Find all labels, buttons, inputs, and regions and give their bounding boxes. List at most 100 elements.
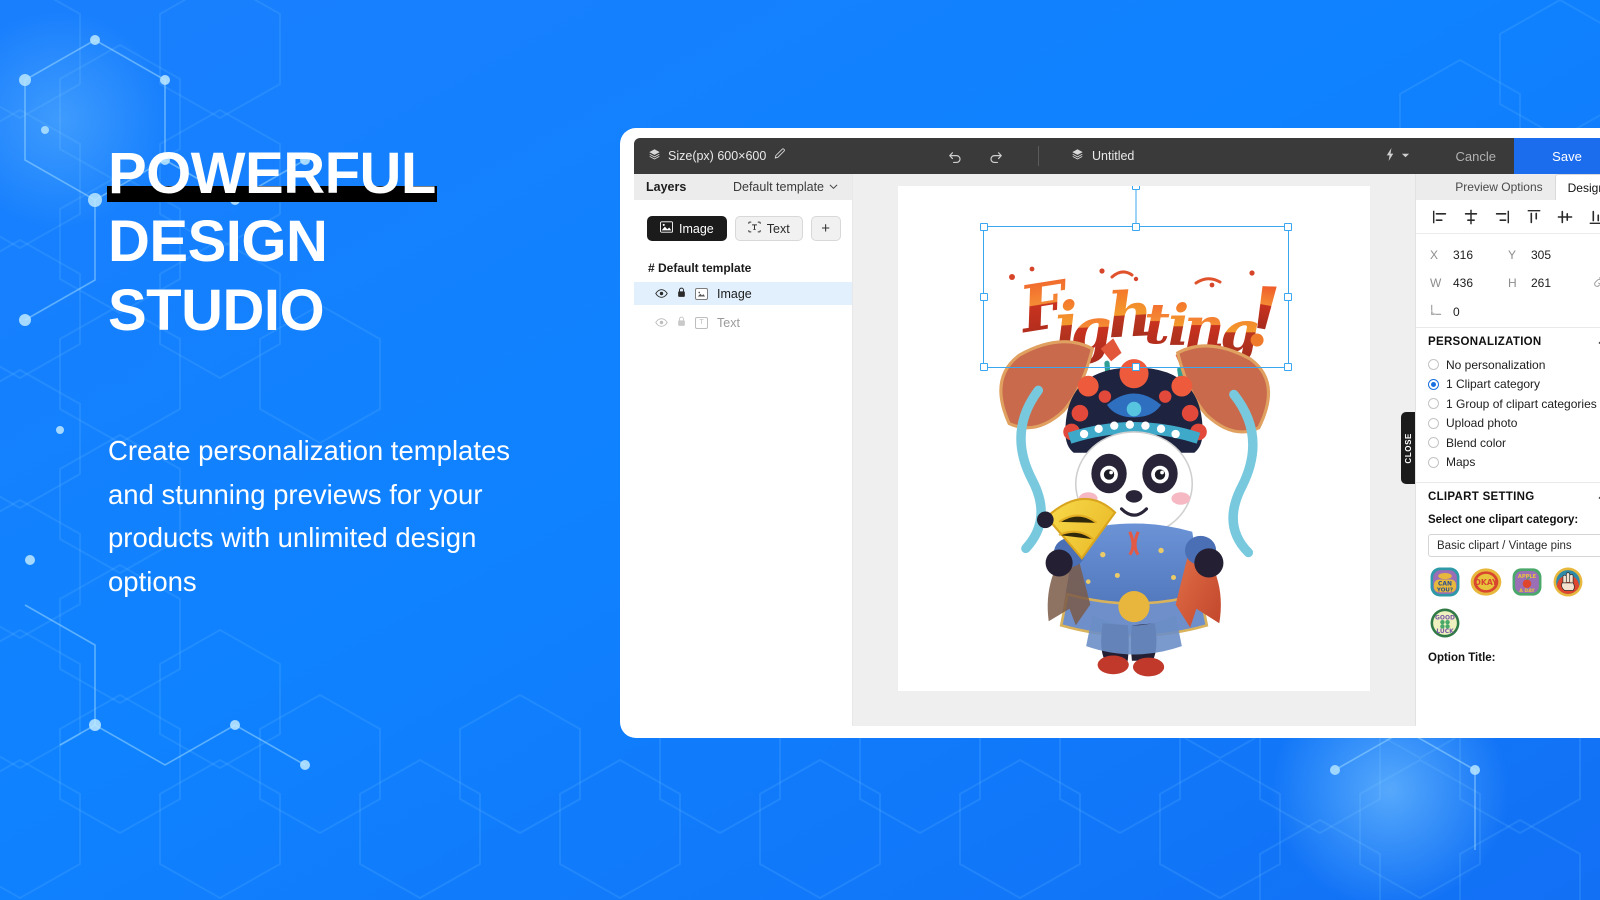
rotation-value[interactable]: 0 <box>1453 305 1460 319</box>
image-icon <box>695 287 708 300</box>
chevron-down-icon <box>1401 149 1410 163</box>
lock-icon[interactable] <box>677 287 686 301</box>
x-value[interactable]: 316 <box>1453 248 1473 262</box>
svg-text:CAN: CAN <box>1438 580 1452 587</box>
layer-item-label: Image <box>717 286 752 301</box>
layer-item-label: Text <box>717 315 740 330</box>
radio-indicator <box>1428 398 1439 410</box>
okay-pin[interactable]: OKAY <box>1469 565 1503 599</box>
h-label: H <box>1508 276 1517 290</box>
svg-text:LUCK: LUCK <box>1436 628 1454 635</box>
align-middle-vertical-icon[interactable] <box>1556 208 1574 226</box>
resize-handle-top-left[interactable] <box>980 223 988 231</box>
design-canvas[interactable]: F i g h t i n g <box>898 186 1370 691</box>
w-value[interactable]: 436 <box>1453 276 1473 290</box>
radio-indicator <box>1428 437 1439 449</box>
y-field: Y 305 <box>1508 248 1586 262</box>
design-panel: Preview Options Design X 316 Y <box>1415 174 1600 726</box>
radio-indicator <box>1428 456 1439 468</box>
resize-handle-bottom-center[interactable] <box>1132 363 1140 371</box>
headline-line-3: STUDIO <box>108 277 325 343</box>
layers-panel: Layers Default template Image Text + # D… <box>634 174 853 726</box>
lock-icon[interactable] <box>677 316 686 330</box>
alignment-toolbar <box>1416 200 1600 234</box>
rotation-stem <box>1135 186 1137 227</box>
panda-opera-character <box>999 338 1271 677</box>
radio-blend-color[interactable]: Blend color <box>1428 433 1600 453</box>
geometry-fields: X 316 Y 305 W 436 H 261 0 <box>1416 234 1600 327</box>
align-center-horizontal-icon[interactable] <box>1462 208 1480 226</box>
align-right-icon[interactable] <box>1493 208 1511 226</box>
radio-upload-photo[interactable]: Upload photo <box>1428 414 1600 434</box>
radio-label: Maps <box>1446 455 1476 470</box>
tab-preview-options[interactable]: Preview Options <box>1443 174 1554 200</box>
clipart-category-label: Select one clipart category: <box>1428 514 1579 526</box>
layer-item-text[interactable]: T Text <box>634 311 852 334</box>
hand-pin[interactable] <box>1551 565 1585 599</box>
can-you-pin[interactable]: CAN YOU? <box>1428 565 1462 599</box>
layers-stack-icon <box>1071 148 1084 164</box>
align-bottom-icon[interactable] <box>1587 208 1600 226</box>
add-image-button[interactable]: Image <box>647 216 727 241</box>
clipart-setting-title: CLIPART SETTING <box>1428 491 1535 503</box>
layer-type-toggle: Image Text + <box>634 200 852 241</box>
resize-handle-top-right[interactable] <box>1284 223 1292 231</box>
save-button[interactable]: Save <box>1514 138 1600 174</box>
tab-design[interactable]: Design <box>1554 174 1600 200</box>
document-title-group[interactable]: Untitled <box>1071 148 1134 164</box>
promo-description: Create personalization templates and stu… <box>108 435 511 597</box>
y-value[interactable]: 305 <box>1531 248 1551 262</box>
add-layer-button[interactable]: + <box>810 216 841 241</box>
flash-menu[interactable] <box>1385 148 1410 164</box>
eye-icon[interactable] <box>655 316 668 330</box>
cancel-button[interactable]: Cancle <box>1438 138 1514 174</box>
align-left-icon[interactable] <box>1431 208 1449 226</box>
canvas-area[interactable]: F i g h t i n g CLOSE <box>853 174 1415 726</box>
align-top-icon[interactable] <box>1525 208 1543 226</box>
radio-group-of-clipart-categories[interactable]: 1 Group of clipart categories <box>1428 394 1600 414</box>
link-chain-icon[interactable] <box>1593 275 1600 291</box>
rotate-handle[interactable] <box>1132 186 1140 190</box>
clipart-category-select[interactable]: Basic clipart / Vintage pins <box>1428 534 1600 557</box>
personalization-section-header[interactable]: PERSONALIZATION <box>1416 327 1600 355</box>
redo-arrow-icon[interactable] <box>986 146 1006 166</box>
svg-text:A DAY: A DAY <box>1519 588 1535 594</box>
rotation-field: 0 <box>1430 304 1508 319</box>
document-title: Untitled <box>1092 149 1135 163</box>
apple-a-day-pin[interactable]: APPLE A DAY <box>1510 565 1544 599</box>
clipart-setting-section-header[interactable]: CLIPART SETTING <box>1416 482 1600 510</box>
undo-arrow-icon[interactable] <box>944 146 964 166</box>
resize-handle-top-center[interactable] <box>1132 223 1140 231</box>
template-selector[interactable]: Default template <box>733 180 838 194</box>
clipart-thumbnail-grid: CAN YOU? OKAY APPLE A DAY GOOD LUCK <box>1416 557 1600 640</box>
toolbar-divider <box>1038 146 1039 166</box>
text-box-icon: T <box>695 316 708 329</box>
radio-1-clipart-category[interactable]: 1 Clipart category <box>1428 375 1600 395</box>
h-value[interactable]: 261 <box>1531 276 1551 290</box>
resize-handle-middle-left[interactable] <box>980 293 988 301</box>
h-field: H 261 <box>1508 276 1586 290</box>
resize-handle-bottom-left[interactable] <box>980 363 988 371</box>
close-panel-label: CLOSE <box>1403 432 1413 464</box>
radio-maps[interactable]: Maps <box>1428 453 1600 473</box>
text-box-icon <box>748 221 761 236</box>
eye-icon[interactable] <box>655 287 668 301</box>
promo-block: POWERFUL DESIGN STUDIO Create personaliz… <box>107 140 578 603</box>
close-panel-tab[interactable]: CLOSE <box>1401 412 1415 484</box>
x-field: X 316 <box>1430 248 1508 262</box>
svg-text:YOU?: YOU? <box>1436 587 1453 593</box>
add-image-label: Image <box>679 221 714 236</box>
add-text-label: Text <box>766 221 790 236</box>
add-text-button[interactable]: Text <box>734 216 803 241</box>
resize-handle-middle-right[interactable] <box>1284 293 1292 301</box>
layers-stack-icon <box>648 148 661 164</box>
svg-text:GOOD: GOOD <box>1435 615 1455 622</box>
selection-bounding-box[interactable] <box>980 186 1292 371</box>
good-luck-pin[interactable]: GOOD LUCK <box>1428 606 1462 640</box>
radio-indicator <box>1428 378 1439 390</box>
pencil-icon[interactable] <box>773 148 786 164</box>
resize-handle-bottom-right[interactable] <box>1284 363 1292 371</box>
radio-no-personalization[interactable]: No personalization <box>1428 355 1600 375</box>
layer-item-image[interactable]: Image <box>634 282 852 305</box>
canvas-size-label: Size(px) 600×600 <box>668 149 767 163</box>
